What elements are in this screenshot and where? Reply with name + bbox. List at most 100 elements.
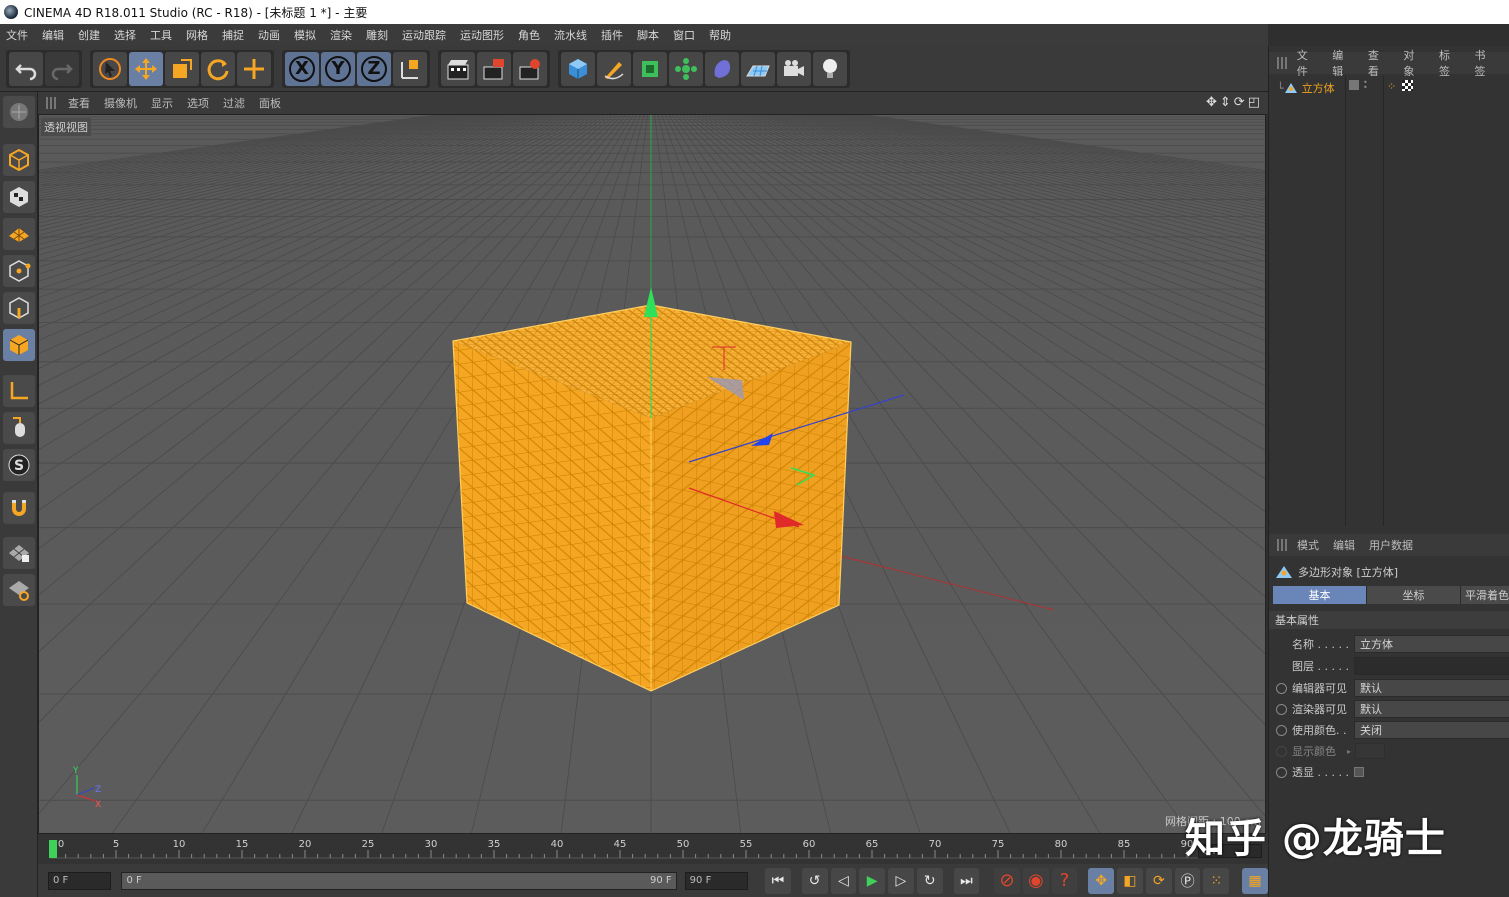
y-axis-lock-button[interactable]: Y <box>321 51 355 86</box>
z-axis-lock-button[interactable]: Z <box>357 51 391 86</box>
panel-grip-icon[interactable] <box>46 97 58 109</box>
grid-lock-icon[interactable] <box>3 537 35 569</box>
panel-grip-icon[interactable] <box>1277 539 1289 551</box>
display-color-swatch[interactable] <box>1355 743 1386 759</box>
dolly-view-icon[interactable]: ⇕ <box>1220 95 1231 110</box>
perspective-viewport[interactable]: Y Z X 透视视图 网格间距 : 100 cm <box>38 114 1266 834</box>
menu-tools[interactable]: 工具 <box>150 27 172 43</box>
menu-mesh[interactable]: 网格 <box>186 27 208 43</box>
next-key-icon[interactable]: ↻ <box>916 867 943 894</box>
display-color-anim-radio[interactable] <box>1276 745 1287 757</box>
menu-pipeline[interactable]: 流水线 <box>554 27 587 43</box>
transform-icon[interactable] <box>237 51 271 86</box>
render-visible-select[interactable]: 默认 <box>1354 700 1509 718</box>
pan-view-icon[interactable]: ✥ <box>1206 95 1217 110</box>
tweak-mode-icon[interactable] <box>3 412 35 444</box>
xray-checkbox[interactable] <box>1354 767 1364 777</box>
max-frame-field[interactable]: 90 F <box>684 871 749 890</box>
menu-motion-tracking[interactable]: 运动跟踪 <box>402 27 446 43</box>
select-icon[interactable] <box>93 51 127 86</box>
menu-render[interactable]: 渲染 <box>330 27 352 43</box>
tab-phong[interactable]: 平滑着色 <box>1461 586 1509 604</box>
render-settings-icon[interactable] <box>513 51 547 86</box>
name-input[interactable]: 立方体 <box>1354 635 1509 653</box>
previous-frame-icon[interactable]: ◁ <box>830 867 857 894</box>
go-to-end-icon[interactable]: ⏭ <box>953 867 980 894</box>
undo-icon[interactable] <box>9 51 43 86</box>
expand-arrow-icon[interactable]: ▸ <box>1347 747 1351 756</box>
viewport-menu-display[interactable]: 显示 <box>151 95 173 111</box>
points-mode-icon[interactable] <box>3 255 35 287</box>
object-row[interactable]: └ 立方体 <box>1277 80 1335 96</box>
viewport-menu-view[interactable]: 查看 <box>68 95 90 111</box>
om-menu-tags[interactable]: 标签 <box>1439 47 1461 79</box>
preview-range-slider[interactable]: 0 F 90 F <box>121 871 677 890</box>
menu-sculpt[interactable]: 雕刻 <box>366 27 388 43</box>
use-color-anim-radio[interactable] <box>1276 724 1287 736</box>
viewport-menu-panel[interactable]: 面板 <box>259 95 281 111</box>
om-menu-objects[interactable]: 对象 <box>1403 47 1425 79</box>
previous-key-icon[interactable]: ↺ <box>801 867 828 894</box>
panel-grip-icon[interactable] <box>1277 57 1289 69</box>
camera-icon[interactable] <box>777 51 811 86</box>
keyframe-selection-icon[interactable]: ? <box>1051 867 1078 894</box>
current-frame-field[interactable]: 0 F <box>48 871 112 890</box>
menu-plugins[interactable]: 插件 <box>601 27 623 43</box>
menu-file[interactable]: 文件 <box>6 27 28 43</box>
menu-select[interactable]: 选择 <box>114 27 136 43</box>
key-parameter-icon[interactable]: Ⓟ <box>1174 867 1201 894</box>
material-tag-icon[interactable] <box>1402 80 1414 91</box>
redo-icon[interactable] <box>45 51 79 86</box>
play-forward-icon[interactable]: ▶ <box>859 867 886 894</box>
menu-snap[interactable]: 捕捉 <box>222 27 244 43</box>
menu-mograph[interactable]: 运动图形 <box>460 27 504 43</box>
viewport-menu-options[interactable]: 选项 <box>187 95 209 111</box>
move-icon[interactable] <box>129 51 163 86</box>
model-mode-icon[interactable] <box>3 144 35 176</box>
viewport-menu-filter[interactable]: 过滤 <box>223 95 245 111</box>
playhead[interactable] <box>49 840 57 858</box>
coord-system-icon[interactable] <box>393 51 427 86</box>
render-visible-anim-radio[interactable] <box>1276 703 1287 715</box>
key-point-level-icon[interactable]: ⁙ <box>1203 867 1230 894</box>
menu-help[interactable]: 帮助 <box>709 27 731 43</box>
key-position-icon[interactable]: ✥ <box>1088 867 1115 894</box>
use-color-select[interactable]: 关闭 <box>1354 721 1509 739</box>
menu-create[interactable]: 创建 <box>78 27 100 43</box>
viewport-menu-cameras[interactable]: 摄像机 <box>104 95 137 111</box>
polygons-mode-icon[interactable] <box>3 329 35 361</box>
menu-animate[interactable]: 动画 <box>258 27 280 43</box>
autokeying-icon[interactable]: ◉ <box>1022 867 1049 894</box>
phong-tag-icon[interactable]: ⁘ <box>1387 80 1396 93</box>
light-icon[interactable] <box>813 51 847 86</box>
orbit-view-icon[interactable]: ⟳ <box>1234 95 1245 110</box>
magnet-icon[interactable] <box>3 492 35 524</box>
visibility-dots-icon[interactable]: • • <box>1363 79 1368 92</box>
cube-primitive-icon[interactable] <box>561 51 595 86</box>
axis-mode-icon[interactable] <box>3 375 35 407</box>
toggle-view-icon[interactable]: ◰ <box>1248 95 1260 110</box>
object-name-label[interactable]: 立方体 <box>1302 80 1335 96</box>
layer-icon[interactable] <box>1349 80 1359 90</box>
am-menu-user-data[interactable]: 用户数据 <box>1369 537 1413 553</box>
make-editable-icon[interactable] <box>3 96 35 128</box>
key-rotation-icon[interactable]: ⟳ <box>1145 867 1172 894</box>
next-frame-icon[interactable]: ▷ <box>888 867 914 894</box>
menu-window[interactable]: 窗口 <box>673 27 695 43</box>
snap-icon[interactable]: S <box>3 449 35 481</box>
edges-mode-icon[interactable] <box>3 292 35 324</box>
om-menu-view[interactable]: 查看 <box>1368 47 1390 79</box>
menu-edit[interactable]: 编辑 <box>42 27 64 43</box>
editor-visible-anim-radio[interactable] <box>1276 682 1287 694</box>
tab-basic[interactable]: 基本 <box>1273 586 1367 604</box>
workplane-icon[interactable] <box>3 218 35 250</box>
timeline-window-icon[interactable]: ▦ <box>1242 867 1268 894</box>
render-picture-icon[interactable] <box>477 51 511 86</box>
deformer-icon[interactable] <box>705 51 739 86</box>
floor-icon[interactable] <box>741 51 775 86</box>
timeline-ruler[interactable]: 0 5 10 15 20 25 30 35 40 45 50 55 60 65 70 75 80 85 90 0 F <box>38 834 1268 864</box>
pen-icon[interactable] <box>597 51 631 86</box>
workplane-mode-icon[interactable] <box>3 574 35 606</box>
render-view-icon[interactable] <box>441 51 475 86</box>
menu-script[interactable]: 脚本 <box>637 27 659 43</box>
